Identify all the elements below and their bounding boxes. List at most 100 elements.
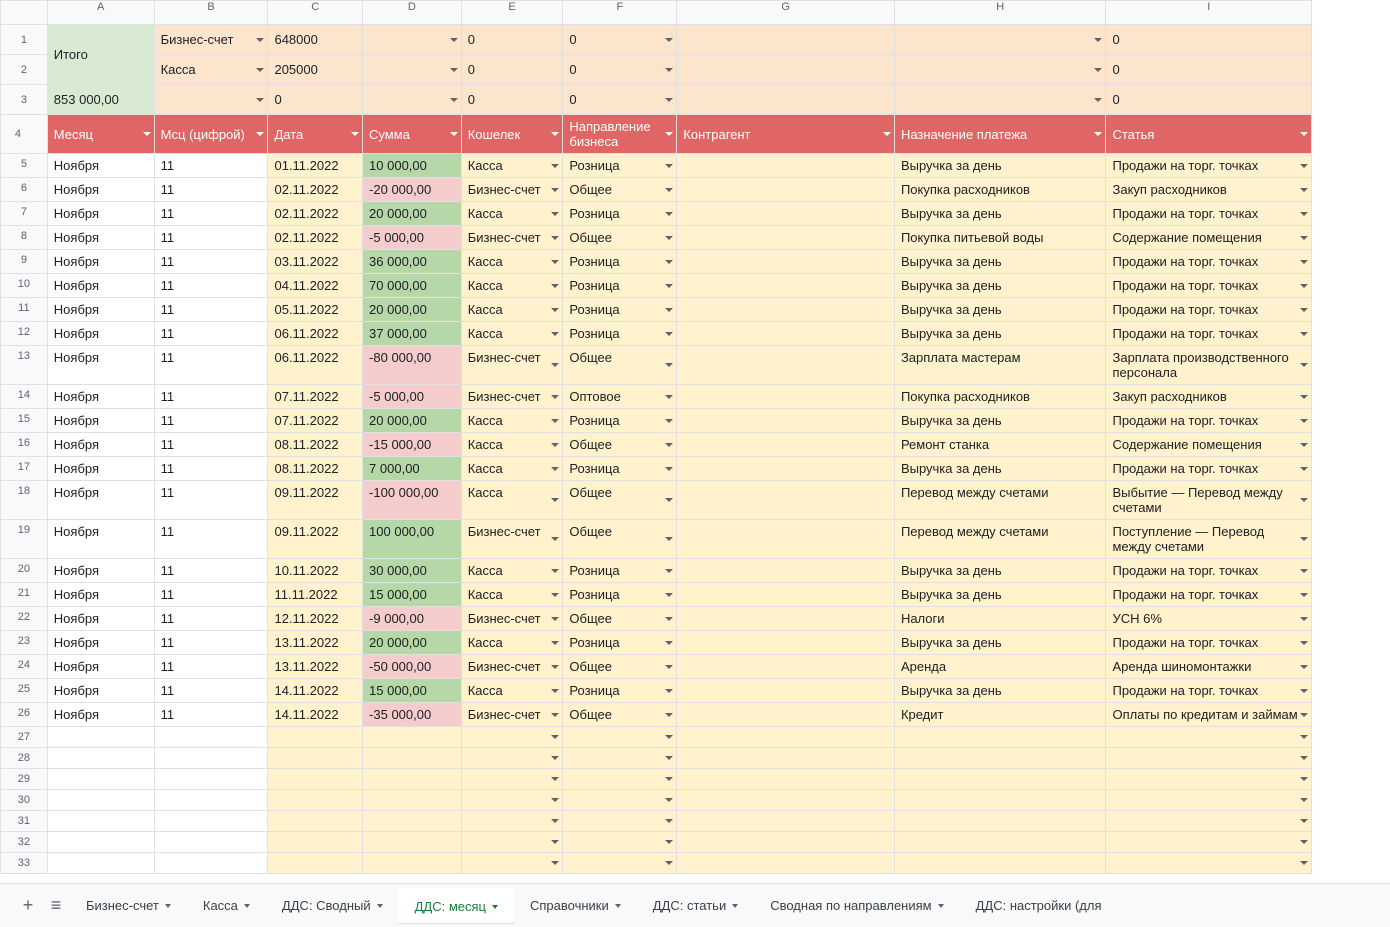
cell-wallet[interactable]: Бизнес-счет — [461, 346, 563, 385]
cell-wallet[interactable]: Касса — [461, 481, 563, 520]
row-header[interactable]: 28 — [1, 748, 48, 769]
cell-B1[interactable]: Бизнес-счет — [154, 25, 268, 55]
dropdown-icon[interactable] — [665, 569, 673, 573]
cell-article[interactable]: Продажи на торг. точках — [1106, 322, 1312, 346]
cell-month[interactable]: Ноября — [47, 457, 154, 481]
cell-date[interactable]: 08.11.2022 — [268, 457, 363, 481]
dropdown-icon[interactable] — [665, 861, 673, 865]
dropdown-icon[interactable] — [665, 593, 673, 597]
hdr-direction[interactable]: Направление бизнеса — [563, 115, 677, 154]
cell-monthnum[interactable]: 11 — [154, 631, 268, 655]
dropdown-icon[interactable] — [665, 735, 673, 739]
dropdown-icon[interactable] — [551, 537, 559, 541]
dropdown-icon[interactable] — [1300, 308, 1308, 312]
tab-menu-icon[interactable] — [732, 904, 738, 908]
dropdown-icon[interactable] — [1300, 593, 1308, 597]
cell-month[interactable]: Ноября — [47, 520, 154, 559]
cell-monthnum[interactable]: 11 — [154, 274, 268, 298]
dropdown-icon[interactable] — [256, 98, 264, 102]
dropdown-icon[interactable] — [1094, 68, 1102, 72]
cell[interactable] — [154, 811, 268, 832]
cell[interactable] — [461, 832, 563, 853]
dropdown-icon[interactable] — [665, 284, 673, 288]
dropdown-icon[interactable] — [551, 641, 559, 645]
col-header-B[interactable]: B — [154, 1, 268, 25]
cell-sum[interactable]: 20 000,00 — [363, 409, 462, 433]
dropdown-icon[interactable] — [551, 756, 559, 760]
cell-date[interactable]: 05.11.2022 — [268, 298, 363, 322]
dropdown-icon[interactable] — [1300, 467, 1308, 471]
tab-menu-icon[interactable] — [938, 904, 944, 908]
cell-article[interactable]: Зарплата производственного персонала — [1106, 346, 1312, 385]
cell-monthnum[interactable]: 11 — [154, 385, 268, 409]
row-header[interactable]: 24 — [1, 655, 48, 679]
cell-date[interactable]: 07.11.2022 — [268, 409, 363, 433]
cell[interactable] — [461, 769, 563, 790]
cell-month[interactable]: Ноября — [47, 607, 154, 631]
cell-contragent[interactable] — [677, 178, 895, 202]
cell-date[interactable]: 08.11.2022 — [268, 433, 363, 457]
cell-C3[interactable]: 0 — [268, 85, 363, 115]
cell-monthnum[interactable]: 11 — [154, 655, 268, 679]
cell-wallet[interactable]: Касса — [461, 457, 563, 481]
cell-direction[interactable]: Розница — [563, 457, 677, 481]
cell-purpose[interactable]: Перевод между счетами — [894, 520, 1106, 559]
cell-month[interactable]: Ноября — [47, 226, 154, 250]
hdr-monthnum[interactable]: Мсц (цифрой) — [154, 115, 268, 154]
cell-direction[interactable]: Розница — [563, 154, 677, 178]
cell-date[interactable]: 06.11.2022 — [268, 322, 363, 346]
cell-article[interactable]: Продажи на торг. точках — [1106, 631, 1312, 655]
cell-sum[interactable]: -5 000,00 — [363, 226, 462, 250]
dropdown-icon[interactable] — [665, 363, 673, 367]
filter-icon[interactable] — [665, 132, 673, 136]
row-header[interactable]: 17 — [1, 457, 48, 481]
cell-month[interactable]: Ноября — [47, 298, 154, 322]
cell-month[interactable]: Ноября — [47, 250, 154, 274]
cell[interactable] — [154, 769, 268, 790]
dropdown-icon[interactable] — [1300, 840, 1308, 844]
cell[interactable] — [1106, 790, 1312, 811]
cell[interactable] — [677, 811, 895, 832]
cell[interactable] — [47, 832, 154, 853]
cell-article[interactable]: Продажи на торг. точках — [1106, 457, 1312, 481]
cell[interactable] — [268, 790, 363, 811]
cell[interactable] — [894, 769, 1106, 790]
hdr-contragent[interactable]: Контрагент — [677, 115, 895, 154]
cell[interactable] — [894, 832, 1106, 853]
dropdown-icon[interactable] — [551, 212, 559, 216]
dropdown-icon[interactable] — [551, 617, 559, 621]
sheet-tab[interactable]: ДДС: Сводный — [266, 888, 399, 924]
cell-purpose[interactable]: Покупка питьевой воды — [894, 226, 1106, 250]
cell-purpose[interactable]: Зарплата мастерам — [894, 346, 1106, 385]
hdr-month[interactable]: Месяц — [47, 115, 154, 154]
dropdown-icon[interactable] — [1300, 798, 1308, 802]
dropdown-icon[interactable] — [551, 498, 559, 502]
cell-direction[interactable]: Розница — [563, 298, 677, 322]
cell-article[interactable]: Закуп расходников — [1106, 385, 1312, 409]
cell-direction[interactable]: Розница — [563, 631, 677, 655]
hdr-article[interactable]: Статья — [1106, 115, 1312, 154]
select-all-corner[interactable] — [1, 1, 48, 25]
row-header[interactable]: 23 — [1, 631, 48, 655]
dropdown-icon[interactable] — [1300, 260, 1308, 264]
cell-purpose[interactable]: Выручка за день — [894, 322, 1106, 346]
dropdown-icon[interactable] — [665, 689, 673, 693]
row-header[interactable]: 30 — [1, 790, 48, 811]
cell-wallet[interactable]: Касса — [461, 679, 563, 703]
row-header[interactable]: 27 — [1, 727, 48, 748]
cell-wallet[interactable]: Касса — [461, 322, 563, 346]
dropdown-icon[interactable] — [551, 713, 559, 717]
cell-contragent[interactable] — [677, 481, 895, 520]
cell-direction[interactable]: Общее — [563, 178, 677, 202]
filter-icon[interactable] — [551, 132, 559, 136]
dropdown-icon[interactable] — [665, 756, 673, 760]
dropdown-icon[interactable] — [665, 212, 673, 216]
cell-date[interactable]: 09.11.2022 — [268, 520, 363, 559]
cell-monthnum[interactable]: 11 — [154, 202, 268, 226]
dropdown-icon[interactable] — [551, 569, 559, 573]
hdr-date[interactable]: Дата — [268, 115, 363, 154]
cell[interactable] — [47, 748, 154, 769]
dropdown-icon[interactable] — [551, 689, 559, 693]
cell[interactable] — [677, 769, 895, 790]
sheet-tab[interactable]: Сводная по направлениям — [754, 888, 959, 924]
